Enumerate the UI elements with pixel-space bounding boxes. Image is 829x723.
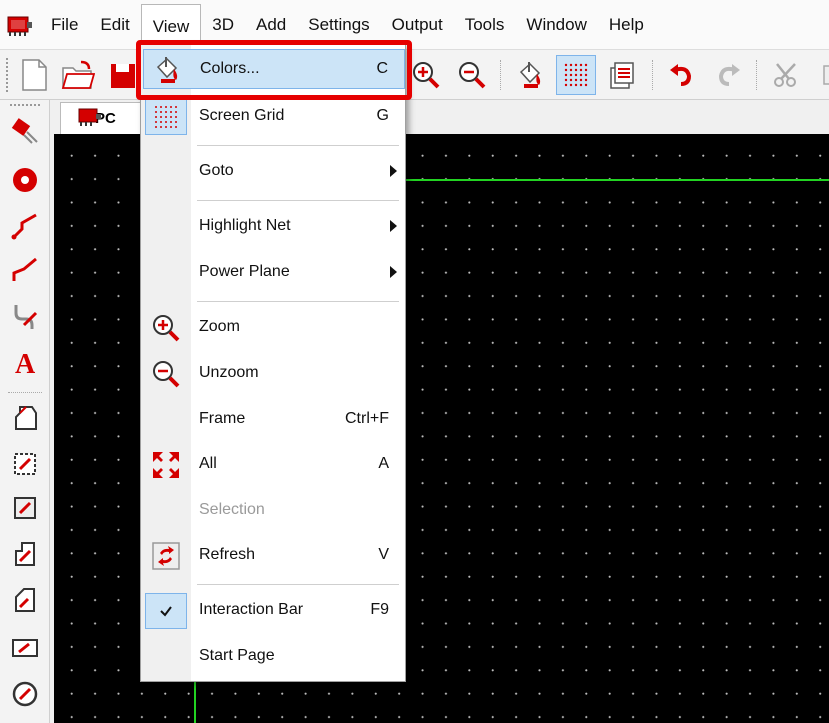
zoom-out-icon <box>145 356 187 392</box>
add-dashed-area-icon[interactable] <box>7 446 43 482</box>
menu-item-label: Goto <box>199 162 234 179</box>
submenu-arrow-icon <box>390 165 397 177</box>
menu-tools[interactable]: Tools <box>454 3 516 47</box>
add-arc-trace-icon[interactable] <box>7 298 43 334</box>
menu-window[interactable]: Window <box>515 3 597 47</box>
add-text-icon[interactable]: A <box>7 344 43 380</box>
menu-file[interactable]: File <box>40 3 89 47</box>
cut-scissors-icon[interactable] <box>766 55 806 95</box>
menu-item-shortcut: F9 <box>370 601 389 618</box>
open-folder-button[interactable] <box>58 55 98 95</box>
menu-separator <box>197 200 399 201</box>
submenu-arrow-icon <box>390 220 397 232</box>
view-menu-dropdown: Colors... C Screen Grid G Goto Highlight… <box>140 44 406 682</box>
zoom-in-icon <box>145 310 187 346</box>
menu-separator <box>197 301 399 302</box>
app-logo-icon[interactable] <box>0 0 40 50</box>
menu-help[interactable]: Help <box>598 3 655 47</box>
menu-item-frame[interactable]: Frame Ctrl+F <box>143 400 405 440</box>
board-trace-vertical <box>194 679 196 723</box>
toolbar-layer-properties-icon[interactable] <box>602 55 642 95</box>
left-toolbar-separator <box>8 392 42 393</box>
board-trace-horizontal <box>404 179 829 181</box>
menu-item-shortcut: G <box>376 107 389 124</box>
menu-separator <box>197 145 399 146</box>
menu-item-label: Screen Grid <box>199 107 285 124</box>
menu-edit[interactable]: Edit <box>89 3 140 47</box>
pcb-document-icon <box>78 107 102 132</box>
checkmark-icon <box>145 593 187 629</box>
menu-item-shortcut: Ctrl+F <box>345 410 389 427</box>
menu-item-label: Highlight Net <box>199 217 291 234</box>
add-outline-icon[interactable] <box>7 582 43 618</box>
toolbar-grid-icon[interactable] <box>556 55 596 95</box>
zoom-all-icon <box>145 447 187 483</box>
menu-item-start-page[interactable]: Start Page <box>143 637 405 677</box>
toolbar-zoom-out-icon[interactable] <box>452 55 492 95</box>
left-toolbar: A <box>0 100 50 723</box>
toolbar-grip[interactable] <box>6 58 10 92</box>
add-filled-area-icon[interactable] <box>7 490 43 526</box>
add-board-outline-icon[interactable] <box>7 630 43 666</box>
copy-icon[interactable] <box>810 55 829 95</box>
add-cutout-icon[interactable] <box>7 536 43 572</box>
svg-text:A: A <box>15 349 36 377</box>
menu-item-label: Start Page <box>199 647 275 664</box>
refresh-icon <box>145 538 187 574</box>
menu-item-all[interactable]: All A <box>143 445 405 485</box>
toolbar-separator <box>756 60 757 90</box>
undo-icon[interactable] <box>662 55 702 95</box>
add-trace-icon[interactable] <box>7 208 43 244</box>
menu-item-unzoom[interactable]: Unzoom <box>143 354 405 394</box>
toolbar-colors-icon[interactable] <box>510 55 550 95</box>
menu-bar: File Edit View 3D Add Settings Output To… <box>0 0 829 50</box>
menu-item-label: Frame <box>199 410 246 427</box>
new-document-button[interactable] <box>14 55 54 95</box>
toolbar-zoom-in-icon[interactable] <box>406 55 446 95</box>
annotation-highlight-box <box>136 40 412 100</box>
menu-item-goto[interactable]: Goto <box>143 152 405 192</box>
left-toolbar-grip[interactable] <box>10 104 40 106</box>
menu-item-refresh[interactable]: Refresh V <box>143 536 405 576</box>
redo-icon[interactable] <box>708 55 748 95</box>
menu-item-shortcut: V <box>378 546 389 563</box>
add-component-icon[interactable] <box>7 112 43 148</box>
add-bent-trace-icon[interactable] <box>7 252 43 288</box>
menu-item-screen-grid[interactable]: Screen Grid G <box>143 97 405 137</box>
grid-icon <box>145 99 187 135</box>
menu-item-shortcut: A <box>378 455 389 472</box>
toolbar-separator <box>500 60 501 90</box>
add-pad-icon[interactable] <box>7 162 43 198</box>
menu-item-label: Power Plane <box>199 263 290 280</box>
add-polygon-icon[interactable] <box>7 400 43 436</box>
menu-item-power-plane[interactable]: Power Plane <box>143 253 405 293</box>
menu-item-zoom[interactable]: Zoom <box>143 308 405 348</box>
submenu-arrow-icon <box>390 266 397 278</box>
toolbar-separator <box>652 60 653 90</box>
menu-separator <box>197 584 399 585</box>
menu-item-label: Interaction Bar <box>199 601 304 618</box>
menu-item-label: Selection <box>199 501 265 518</box>
menu-item-label: Unzoom <box>199 364 259 381</box>
menu-item-label: Refresh <box>199 546 256 563</box>
menu-item-selection: Selection <box>143 491 405 531</box>
menu-item-label: Zoom <box>199 318 240 335</box>
menu-item-highlight-net[interactable]: Highlight Net <box>143 207 405 247</box>
add-drill-icon[interactable] <box>7 676 43 712</box>
menu-item-interaction-bar[interactable]: Interaction Bar F9 <box>143 591 405 631</box>
main-toolbar <box>0 50 829 100</box>
menu-item-label: All <box>199 455 217 472</box>
